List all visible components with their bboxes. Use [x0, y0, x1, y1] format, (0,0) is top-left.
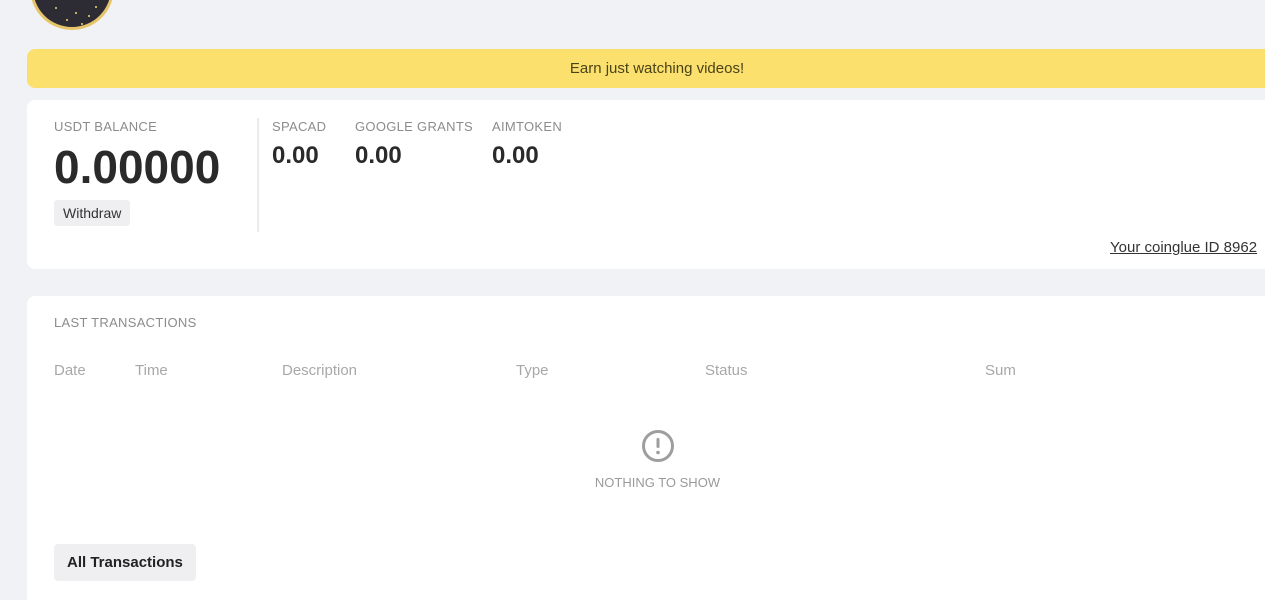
- all-transactions-button[interactable]: All Transactions: [54, 544, 196, 581]
- column-header-type: Type: [516, 362, 549, 379]
- promo-banner-text: Earn just watching videos!: [569, 60, 745, 77]
- token-google-grants: GOOGLE GRANTS 0.00: [355, 119, 473, 170]
- token-value: 0.00: [355, 142, 402, 169]
- token-label: AIMTOKEN: [492, 119, 563, 134]
- avatar-star: [95, 6, 97, 8]
- avatar-star: [66, 19, 68, 21]
- token-aimtoken: AIMTOKEN 0.00: [492, 119, 562, 170]
- column-header-status: Status: [705, 362, 748, 379]
- avatar[interactable]: [30, 0, 114, 30]
- exclamation-circle-icon: [641, 430, 674, 462]
- column-header-time: Time: [135, 362, 168, 379]
- page: Earn just watching videos! USDT BALANCE …: [0, 0, 1265, 600]
- usdt-balance-amount: 0.00000: [54, 141, 221, 193]
- empty-state-text: NOTHING TO SHOW: [594, 475, 721, 490]
- column-header-sum: Sum: [985, 362, 1016, 379]
- token-spacad: SPACAD 0.00: [272, 119, 326, 170]
- transactions-card: LAST TRANSACTIONS Date Time Description …: [27, 296, 1265, 600]
- withdraw-button[interactable]: Withdraw: [54, 200, 131, 226]
- transactions-title: LAST TRANSACTIONS: [54, 315, 197, 330]
- usdt-balance-block: USDT BALANCE 0.00000 Withdraw: [54, 119, 220, 226]
- avatar-star: [75, 12, 77, 14]
- column-header-description: Description: [282, 362, 358, 379]
- token-label: GOOGLE GRANTS: [355, 119, 474, 134]
- coinglue-id-link[interactable]: Your coinglue ID 8962: [1110, 239, 1257, 256]
- empty-state: NOTHING TO SHOW: [587, 430, 728, 490]
- column-header-date: Date: [54, 362, 86, 379]
- balance-divider: [257, 118, 259, 232]
- promo-banner[interactable]: Earn just watching videos!: [27, 49, 1265, 88]
- avatar-star: [55, 7, 57, 9]
- token-value: 0.00: [492, 142, 539, 169]
- token-value: 0.00: [272, 142, 319, 169]
- avatar-star: [88, 15, 90, 17]
- balance-card: USDT BALANCE 0.00000 Withdraw SPACAD 0.0…: [27, 100, 1265, 269]
- avatar-star: [101, 21, 103, 23]
- token-label: SPACAD: [272, 119, 327, 134]
- usdt-balance-label: USDT BALANCE: [54, 119, 158, 134]
- avatar-star: [81, 23, 83, 25]
